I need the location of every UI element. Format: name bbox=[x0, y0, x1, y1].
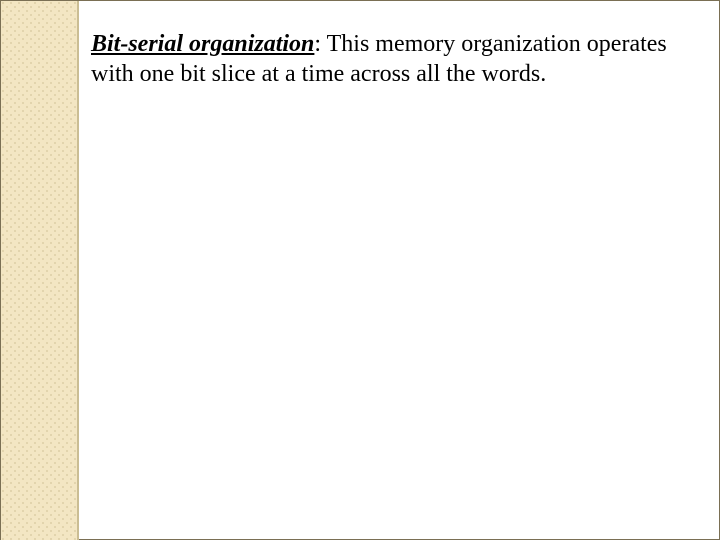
body-text: Bit-serial organization: This memory org… bbox=[91, 29, 679, 89]
slide: Bit-serial organization: This memory org… bbox=[0, 0, 720, 540]
decorative-sidebar bbox=[1, 1, 79, 540]
term: Bit-serial organization bbox=[91, 31, 314, 57]
